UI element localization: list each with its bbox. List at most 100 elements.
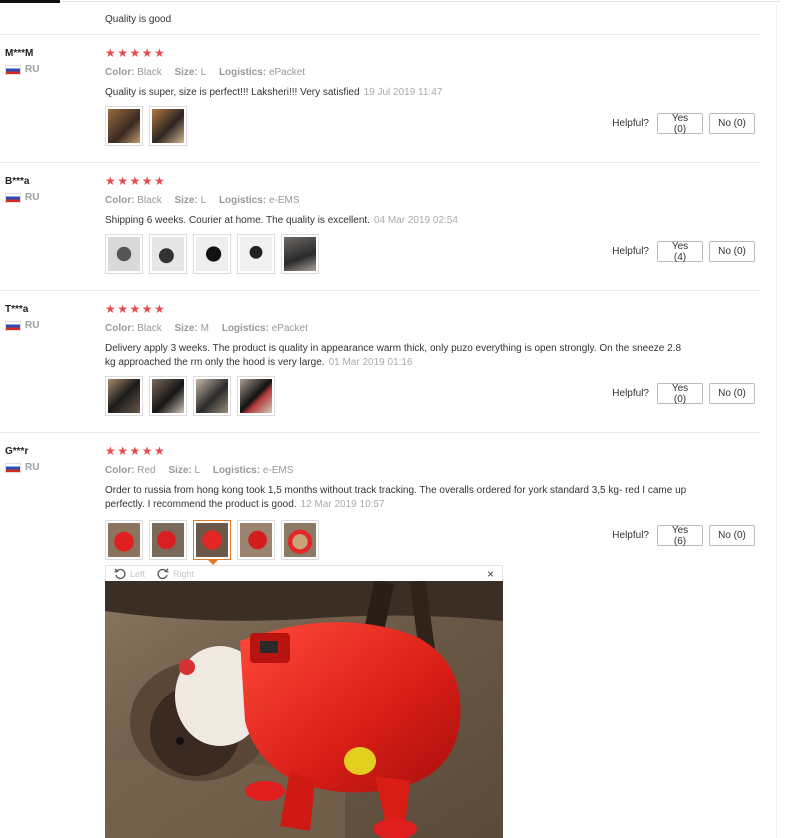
review-photo-thumbnail[interactable] — [149, 376, 187, 416]
order-attributes: Color: Black Size: L Logistics: ePacket — [105, 67, 305, 78]
helpful-controls: Helpful? Yes (0) No (0) — [612, 383, 755, 405]
review-photo-thumbnail[interactable] — [281, 234, 319, 274]
rotate-left-icon — [114, 568, 126, 579]
review-photos — [105, 520, 319, 565]
color-label: Color: — [105, 67, 135, 78]
review-text: Order to russia from hong kong took 1,5 … — [105, 484, 690, 512]
previous-review-text: Quality is good — [105, 14, 172, 25]
review-date: 04 Mar 2019 02:54 — [373, 215, 458, 226]
divider — [0, 34, 760, 35]
color-label: Color: — [105, 323, 135, 334]
helpful-no-button[interactable]: No (0) — [709, 525, 755, 546]
order-attributes: Color: Red Size: L Logistics: e-EMS — [105, 465, 293, 476]
review-date: 01 Mar 2019 01:16 — [328, 357, 413, 368]
country-code: RU — [25, 462, 40, 473]
color-value: Red — [137, 465, 156, 476]
divider — [0, 432, 760, 433]
size-value: L — [200, 67, 207, 78]
dog-in-red-suit-image — [105, 581, 503, 838]
review-photo-thumbnail[interactable] — [237, 520, 275, 560]
reviewer-name: B***a — [5, 176, 30, 187]
russia-flag-icon — [5, 462, 21, 473]
logistics-label: Logistics: — [218, 67, 267, 78]
color-label: Color: — [105, 465, 135, 476]
review-photos — [105, 376, 275, 416]
close-icon[interactable]: × — [487, 567, 494, 581]
helpful-no-button[interactable]: No (0) — [709, 383, 755, 404]
logistics-value: e-EMS — [268, 195, 300, 206]
color-value: Black — [137, 323, 162, 334]
size-label: Size: — [174, 67, 198, 78]
logistics-label: Logistics: — [212, 465, 261, 476]
color-value: Black — [137, 195, 162, 206]
size-label: Size: — [168, 465, 192, 476]
color-label: Color: — [105, 195, 135, 206]
reviewer-country: RU — [5, 320, 39, 331]
review-body: Shipping 6 weeks. Courier at home. The q… — [105, 215, 370, 226]
review-photos — [105, 234, 319, 274]
review-photo-thumbnail[interactable] — [237, 234, 275, 274]
review-photos — [105, 106, 187, 146]
reviewer-name: T***a — [5, 304, 29, 315]
order-attributes: Color: Black Size: M Logistics: ePacket — [105, 323, 308, 334]
review-body: Quality is super, size is perfect!!! Lak… — [105, 87, 360, 98]
review-date: 12 Mar 2019 10:57 — [300, 499, 385, 510]
review-photo-thumbnail[interactable] — [237, 376, 275, 416]
order-attributes: Color: Black Size: L Logistics: e-EMS — [105, 195, 300, 206]
size-value: M — [200, 323, 209, 334]
review-text: Shipping 6 weeks. Courier at home. The q… — [105, 214, 690, 228]
review-photo-thumbnail-active[interactable] — [193, 520, 231, 565]
review-photo-thumbnail[interactable] — [281, 520, 319, 560]
review-photo-thumbnail[interactable] — [105, 376, 143, 416]
helpful-yes-button[interactable]: Yes (0) — [657, 113, 703, 135]
rotate-left-button[interactable]: Left — [114, 568, 145, 580]
logistics-value: ePacket — [271, 323, 308, 334]
star-rating: ★★★★★ — [105, 302, 167, 316]
scroll-rail[interactable] — [776, 6, 777, 838]
reviewer-country: RU — [5, 462, 39, 473]
helpful-label: Helpful? — [612, 246, 649, 257]
review-photo-thumbnail[interactable] — [193, 234, 231, 274]
star-rating: ★★★★★ — [105, 444, 167, 458]
reviewer-name: G***r — [5, 446, 29, 457]
reviewer-country: RU — [5, 64, 39, 75]
review-photo-thumbnail[interactable] — [105, 106, 143, 146]
helpful-yes-button[interactable]: Yes (6) — [657, 525, 703, 547]
review-photo-thumbnail[interactable] — [149, 234, 187, 274]
size-label: Size: — [174, 195, 198, 206]
enlarged-review-photo — [105, 581, 503, 838]
country-code: RU — [25, 320, 40, 331]
review-photo-thumbnail[interactable] — [193, 376, 231, 416]
rotate-left-label: Left — [130, 568, 146, 579]
helpful-label: Helpful? — [612, 118, 649, 129]
helpful-controls: Helpful? Yes (6) No (0) — [612, 525, 755, 547]
review-date: 19 Jul 2019 11:47 — [363, 87, 443, 98]
helpful-yes-button[interactable]: Yes (4) — [657, 241, 703, 263]
divider — [0, 162, 760, 163]
helpful-no-button[interactable]: No (0) — [709, 113, 755, 134]
color-value: Black — [137, 67, 162, 78]
review-body: Order to russia from hong kong took 1,5 … — [105, 485, 687, 510]
logistics-value: e-EMS — [262, 465, 294, 476]
star-rating: ★★★★★ — [105, 46, 167, 60]
rotate-right-label: Right — [173, 568, 195, 579]
rotate-right-button[interactable]: Right — [157, 568, 194, 580]
reviewer-name: M***M — [5, 48, 34, 59]
helpful-no-button[interactable]: No (0) — [709, 241, 755, 262]
review-photo-thumbnail[interactable] — [105, 234, 143, 274]
helpful-label: Helpful? — [612, 530, 649, 541]
review-photo-thumbnail[interactable] — [105, 520, 143, 560]
logistics-label: Logistics: — [218, 195, 267, 206]
rotate-right-icon — [157, 568, 169, 579]
helpful-controls: Helpful? Yes (4) No (0) — [612, 241, 755, 263]
reviewer-country: RU — [5, 192, 39, 203]
review-photo-thumbnail[interactable] — [149, 520, 187, 560]
size-value: L — [194, 465, 201, 476]
helpful-yes-button[interactable]: Yes (0) — [657, 383, 703, 405]
country-code: RU — [25, 192, 40, 203]
image-viewer-toolbar: Left Right × — [105, 565, 503, 581]
divider — [0, 290, 760, 291]
russia-flag-icon — [5, 64, 21, 75]
helpful-label: Helpful? — [612, 388, 649, 399]
review-photo-thumbnail[interactable] — [149, 106, 187, 146]
